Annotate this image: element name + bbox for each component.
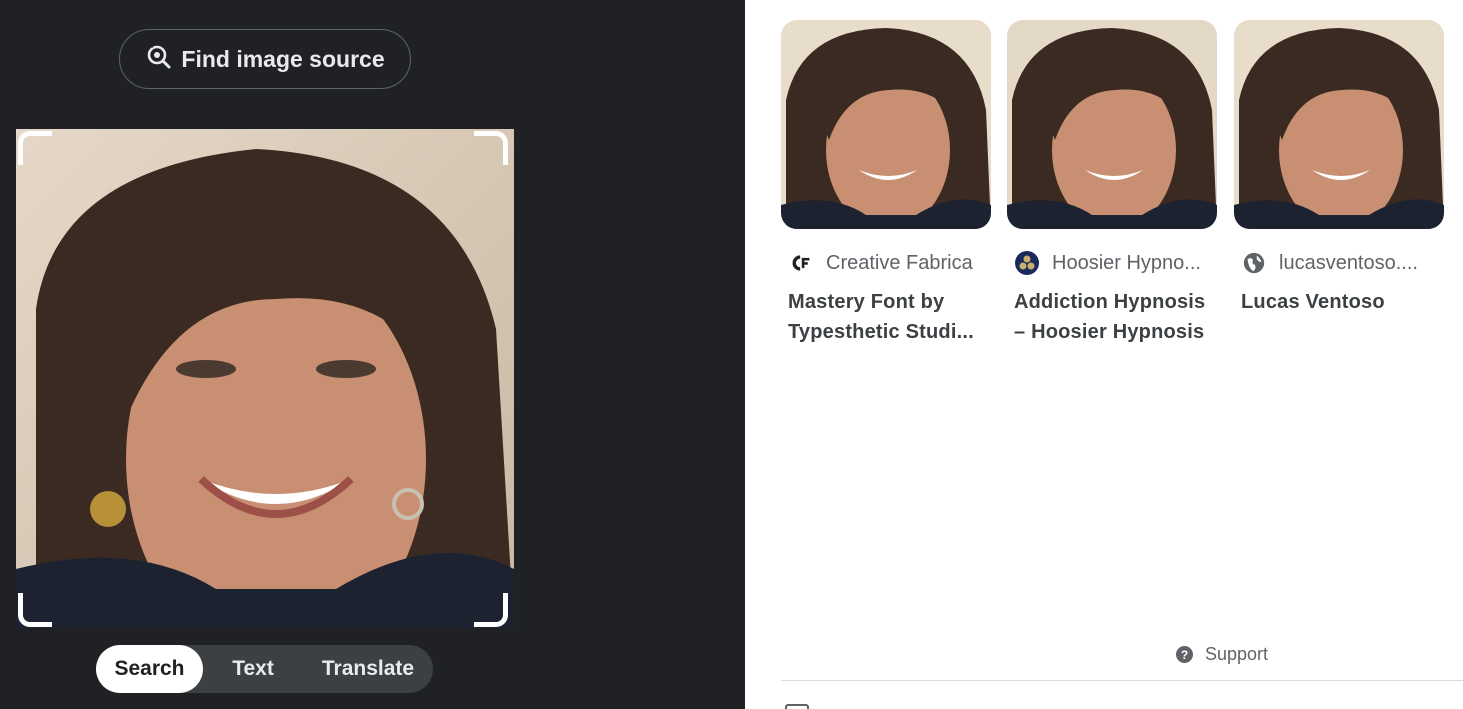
result-card[interactable]: lucasventoso.... Lucas Ventoso: [1234, 20, 1444, 317]
tab-translate[interactable]: Translate: [303, 645, 433, 693]
help-circle-icon: ?: [1176, 646, 1193, 663]
result-card[interactable]: Creative Fabrica Mastery Font by Typesth…: [781, 20, 991, 347]
crop-handle-top-left[interactable]: [18, 131, 52, 165]
crop-handle-bottom-left[interactable]: [18, 593, 52, 627]
result-source[interactable]: Hoosier Hypno...: [1007, 249, 1217, 277]
result-title[interactable]: Addiction Hypnosis – Hoosier Hypnosis: [1007, 287, 1217, 347]
find-image-source-label: Find image source: [181, 45, 385, 72]
find-image-source-button[interactable]: Find image source: [119, 29, 411, 89]
result-source[interactable]: Creative Fabrica: [781, 249, 991, 277]
globe-icon: [1241, 250, 1267, 276]
support-label: Support: [1205, 644, 1269, 664]
support-link[interactable]: ? Support: [1176, 644, 1268, 665]
hoosier-hypnosis-logo-icon: [1014, 250, 1040, 276]
result-thumbnail[interactable]: [1007, 20, 1217, 229]
result-card[interactable]: Hoosier Hypno... Addiction Hypnosis – Ho…: [1007, 20, 1217, 347]
result-source-name: lucasventoso....: [1279, 251, 1418, 274]
feedback-checkbox[interactable]: [785, 704, 809, 709]
crop-handle-top-right[interactable]: [474, 131, 508, 165]
result-thumbnail[interactable]: [781, 20, 991, 229]
selected-image[interactable]: [16, 129, 514, 628]
result-source-name: Hoosier Hypno...: [1052, 251, 1201, 274]
portrait-image: [16, 129, 514, 628]
result-thumbnail[interactable]: [1234, 20, 1444, 229]
lens-search-icon: [145, 43, 171, 75]
result-title[interactable]: Lucas Ventoso: [1234, 287, 1444, 317]
tab-search[interactable]: Search: [96, 645, 203, 693]
lens-mode-tabs: Search Text Translate: [96, 645, 433, 693]
result-source[interactable]: lucasventoso....: [1234, 249, 1444, 277]
result-source-name: Creative Fabrica: [826, 251, 973, 274]
result-title[interactable]: Mastery Font by Typesthetic Studi...: [781, 287, 991, 347]
tab-text[interactable]: Text: [203, 645, 303, 693]
footer-divider: [781, 680, 1463, 681]
crop-handle-bottom-right[interactable]: [474, 593, 508, 627]
creative-fabrica-logo-icon: [788, 250, 814, 276]
